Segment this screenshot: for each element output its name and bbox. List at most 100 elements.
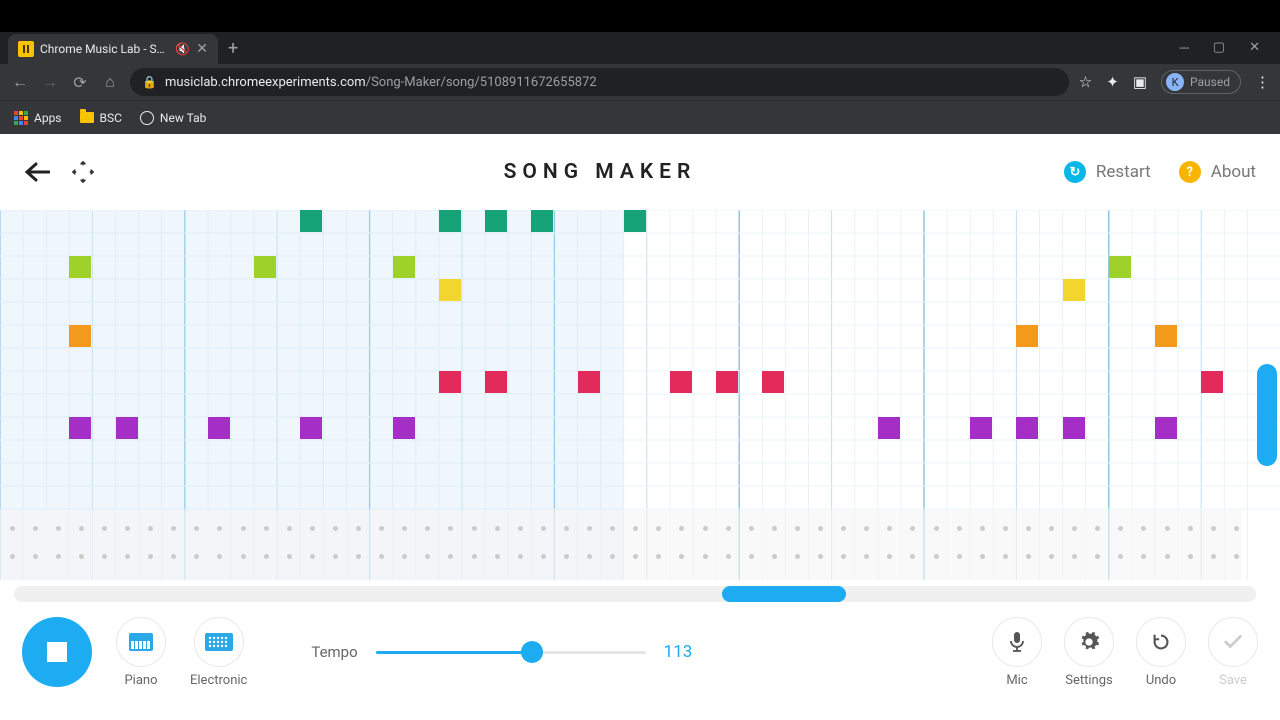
note-cell[interactable] (1016, 417, 1038, 439)
rhythm-label: Electronic (190, 673, 247, 688)
note-cell[interactable] (485, 371, 507, 393)
url-text: musiclab.chromeexperiments.com/Song-Make… (165, 75, 597, 90)
apps-icon (14, 111, 28, 125)
note-cell[interactable] (1155, 325, 1177, 347)
note-cell[interactable] (624, 210, 646, 232)
note-cell[interactable] (716, 371, 738, 393)
note-cell[interactable] (393, 417, 415, 439)
folder-icon (80, 112, 94, 123)
restart-button[interactable]: ↻ Restart (1064, 161, 1151, 183)
close-icon[interactable]: ✕ (196, 41, 208, 57)
star-icon[interactable]: ☆ (1079, 73, 1092, 91)
back-icon[interactable]: ← (10, 72, 30, 92)
note-cell[interactable] (578, 371, 600, 393)
app-header: SONG MAKER ↻ Restart ? About (0, 134, 1280, 210)
window-controls: ─ ▢ ✕ (1180, 40, 1272, 56)
home-icon[interactable]: ⌂ (100, 72, 120, 92)
tempo-thumb[interactable] (521, 641, 543, 663)
address-bar-row: ← → ⟳ ⌂ 🔒 musiclab.chromeexperiments.com… (0, 64, 1280, 100)
note-cell[interactable] (878, 417, 900, 439)
browser-tab[interactable]: Chrome Music Lab - Song M 🔇 ✕ (8, 34, 218, 64)
note-grid[interactable] (0, 210, 1280, 580)
vertical-scrollbar[interactable] (1255, 330, 1277, 500)
tempo-slider[interactable] (376, 649, 646, 655)
cast-icon[interactable]: ▣ (1133, 73, 1147, 91)
stop-button[interactable] (22, 617, 92, 687)
note-cell[interactable] (531, 210, 553, 232)
stop-icon (47, 642, 67, 662)
about-icon: ? (1179, 161, 1201, 183)
bookmark-newtab[interactable]: New Tab (140, 111, 206, 125)
melody-label: Piano (124, 673, 157, 688)
gear-icon (1064, 617, 1114, 667)
tempo-control: Tempo 113 (311, 642, 703, 662)
mute-icon[interactable]: 🔇 (175, 42, 190, 56)
tab-title: Chrome Music Lab - Song M (40, 42, 169, 56)
note-cell[interactable] (69, 417, 91, 439)
forward-icon[interactable]: → (40, 72, 60, 92)
mic-icon (992, 617, 1042, 667)
note-cell[interactable] (69, 256, 91, 278)
browser-chrome: Chrome Music Lab - Song M 🔇 ✕ + ─ ▢ ✕ ← … (0, 32, 1280, 134)
note-cell[interactable] (1063, 279, 1085, 301)
vertical-scroll-thumb[interactable] (1257, 364, 1277, 466)
settings-button[interactable]: Settings (1064, 617, 1114, 688)
note-cell[interactable] (670, 371, 692, 393)
fullscreen-icon[interactable] (72, 161, 94, 183)
reload-icon[interactable]: ⟳ (70, 73, 90, 92)
note-cell[interactable] (254, 256, 276, 278)
horizontal-scroll-thumb[interactable] (722, 586, 846, 602)
note-cell[interactable] (300, 210, 322, 232)
note-cell[interactable] (300, 417, 322, 439)
note-cell[interactable] (762, 371, 784, 393)
apps-shortcut[interactable]: Apps (14, 111, 62, 125)
close-window-icon[interactable]: ✕ (1249, 40, 1260, 56)
mic-button[interactable]: Mic (992, 617, 1042, 688)
letterbox-top (0, 0, 1280, 32)
favicon (18, 41, 34, 57)
note-cell[interactable] (439, 210, 461, 232)
undo-button[interactable]: Undo (1136, 617, 1186, 688)
page-title: SONG MAKER (224, 160, 976, 184)
avatar: K (1166, 73, 1184, 91)
profile-pill[interactable]: K Paused (1161, 70, 1241, 94)
globe-icon (140, 111, 154, 125)
note-cell[interactable] (970, 417, 992, 439)
rhythm-instrument[interactable]: Electronic (190, 617, 247, 688)
electronic-icon (194, 617, 244, 667)
note-cell[interactable] (439, 279, 461, 301)
about-button[interactable]: ? About (1179, 161, 1256, 183)
back-button[interactable] (24, 162, 50, 182)
bookmark-bsc[interactable]: BSC (80, 111, 122, 125)
note-cell[interactable] (208, 417, 230, 439)
note-cell[interactable] (116, 417, 138, 439)
note-cell[interactable] (393, 256, 415, 278)
note-cell[interactable] (1155, 417, 1177, 439)
undo-icon (1136, 617, 1186, 667)
profile-state: Paused (1190, 75, 1230, 89)
lock-icon: 🔒 (142, 75, 157, 89)
tempo-label: Tempo (311, 643, 357, 661)
extensions-icon[interactable]: ✦ (1106, 73, 1119, 91)
save-button[interactable]: Save (1208, 617, 1258, 688)
check-icon (1208, 617, 1258, 667)
new-tab-button[interactable]: + (218, 38, 248, 59)
tempo-value: 113 (664, 642, 704, 662)
note-cell[interactable] (69, 325, 91, 347)
control-bar: Piano Electronic Tempo 113 Mic Settings (0, 604, 1280, 700)
drum-grid[interactable] (0, 510, 1242, 580)
horizontal-scrollbar[interactable] (14, 586, 1256, 602)
minimize-icon[interactable]: ─ (1180, 40, 1189, 56)
melody-instrument[interactable]: Piano (116, 617, 166, 688)
note-cell[interactable] (1109, 256, 1131, 278)
menu-icon[interactable]: ⋮ (1255, 73, 1270, 91)
bookmark-bar: Apps BSC New Tab (0, 100, 1280, 134)
note-cell[interactable] (485, 210, 507, 232)
note-cell[interactable] (1016, 325, 1038, 347)
maximize-icon[interactable]: ▢ (1213, 40, 1225, 56)
note-cell[interactable] (439, 371, 461, 393)
url-bar[interactable]: 🔒 musiclab.chromeexperiments.com/Song-Ma… (130, 68, 1069, 96)
note-cell[interactable] (1063, 417, 1085, 439)
note-cell[interactable] (1201, 371, 1223, 393)
tab-strip: Chrome Music Lab - Song M 🔇 ✕ + ─ ▢ ✕ (0, 32, 1280, 64)
